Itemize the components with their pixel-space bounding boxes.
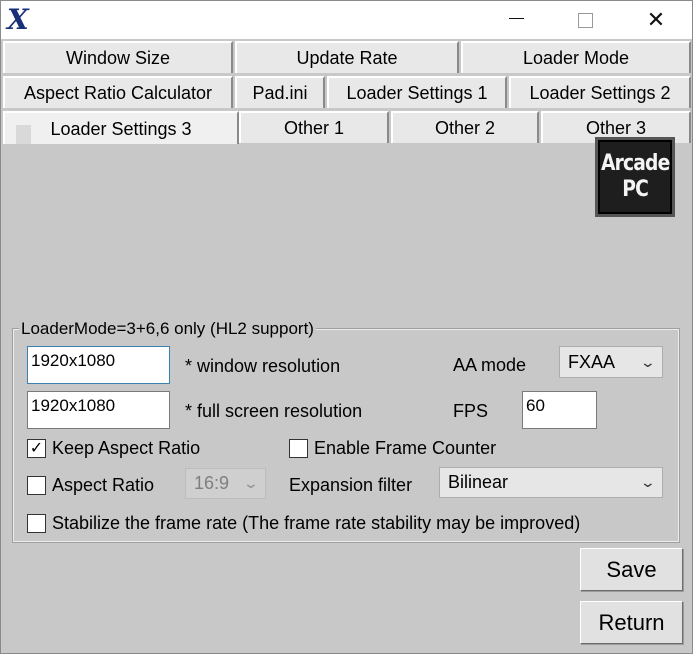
app-window: X ✕ Window Size Update Rate Loader Mode … <box>0 0 693 654</box>
chevron-down-icon: ⌄ <box>242 475 260 491</box>
tab-loader-mode[interactable]: Loader Mode <box>461 41 691 73</box>
enable-frame-counter-label: Enable Frame Counter <box>314 438 497 458</box>
window-resolution-label: * window resolution <box>185 356 341 376</box>
aa-mode-select[interactable]: FXAA ⌄ <box>559 346 663 378</box>
close-icon: ✕ <box>646 7 666 32</box>
keep-aspect-ratio-checkbox[interactable]: ✓ <box>27 439 46 458</box>
tab-pad-ini[interactable]: Pad.ini <box>235 76 325 108</box>
tab-label: Loader Settings 3 <box>50 118 192 139</box>
tab-focus-marker <box>16 125 31 145</box>
tab-other-2[interactable]: Other 2 <box>391 111 539 143</box>
minimize-button[interactable] <box>493 1 539 39</box>
aspect-ratio-select: 16:9 ⌄ <box>185 468 266 499</box>
app-x-icon[interactable]: X <box>7 3 29 36</box>
save-button[interactable]: Save <box>580 548 683 591</box>
tab-update-rate[interactable]: Update Rate <box>235 41 459 73</box>
chevron-down-icon: ⌄ <box>639 353 657 370</box>
checkmark-icon: ✓ <box>29 439 44 457</box>
close-button[interactable]: ✕ <box>633 1 679 39</box>
title-bar: X ✕ <box>1 1 692 39</box>
fps-label: FPS <box>453 401 489 421</box>
return-button[interactable]: Return <box>580 601 683 644</box>
tab-other-1[interactable]: Other 1 <box>239 111 389 143</box>
logo-line-1: Arcade <box>600 151 670 176</box>
enable-frame-counter-checkbox[interactable] <box>289 439 308 458</box>
maximize-button[interactable] <box>562 1 608 39</box>
expansion-filter-value: Bilinear <box>448 472 509 492</box>
group-title: LoaderMode=3+6,6 only (HL2 support) <box>19 319 316 339</box>
aspect-ratio-value: 16:9 <box>194 473 230 493</box>
stabilize-frame-rate-checkbox[interactable] <box>27 514 46 533</box>
arcade-pc-logo: Arcade PC <box>595 137 675 217</box>
window-resolution-input[interactable]: 1920x1080 <box>27 346 170 384</box>
expansion-filter-select[interactable]: Bilinear ⌄ <box>439 467 663 498</box>
expansion-filter-label: Expansion filter <box>289 475 413 495</box>
logo-line-2: PC <box>622 177 649 202</box>
tab-window-size[interactable]: Window Size <box>3 41 233 73</box>
aa-mode-label: AA mode <box>453 355 527 375</box>
minimize-icon <box>508 17 524 19</box>
fullscreen-resolution-label: * full screen resolution <box>185 401 363 421</box>
aa-mode-value: FXAA <box>568 351 616 372</box>
tab-aspect-ratio-calculator[interactable]: Aspect Ratio Calculator <box>3 76 233 108</box>
fullscreen-resolution-input[interactable]: 1920x1080 <box>27 391 170 429</box>
aspect-ratio-checkbox[interactable] <box>27 476 46 495</box>
aspect-ratio-label: Aspect Ratio <box>52 475 155 495</box>
keep-aspect-ratio-label: Keep Aspect Ratio <box>52 438 201 458</box>
stabilize-frame-rate-label: Stabilize the frame rate (The frame rate… <box>52 513 581 533</box>
chevron-down-icon: ⌄ <box>639 474 657 490</box>
tab-loader-settings-2[interactable]: Loader Settings 2 <box>509 76 691 108</box>
fps-input[interactable]: 60 <box>522 391 597 429</box>
maximize-icon <box>577 12 593 28</box>
tab-loader-settings-3[interactable]: Loader Settings 3 <box>3 111 239 145</box>
tab-loader-settings-1[interactable]: Loader Settings 1 <box>327 76 507 108</box>
